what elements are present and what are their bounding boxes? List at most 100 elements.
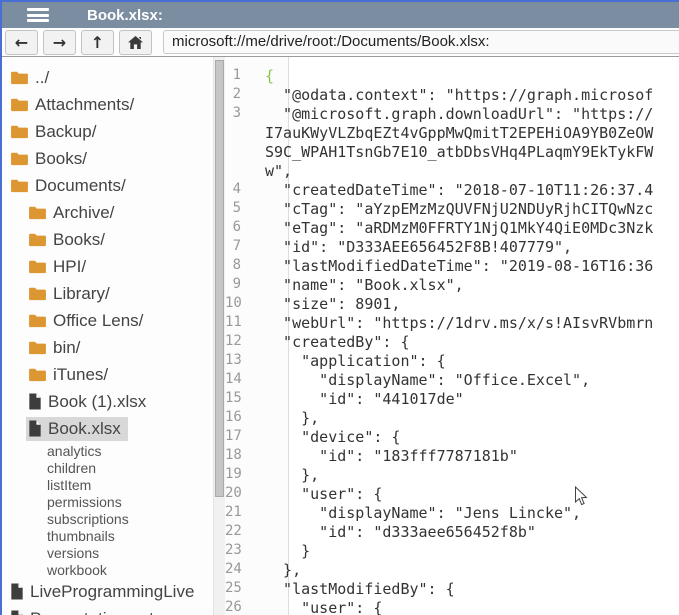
file-icon	[28, 393, 42, 410]
window-title: Book.xlsx:	[87, 7, 163, 24]
tree-subitem[interactable]: listItem	[2, 476, 213, 493]
up-button[interactable]: ↑	[81, 30, 114, 55]
code-text: {	[265, 67, 274, 85]
tree-item[interactable]: Backup/	[2, 118, 213, 145]
code-text: "id": "D333AEE656452F8B!407779",	[265, 238, 572, 256]
line-number: 3	[225, 104, 265, 123]
scrollbar-thumb[interactable]	[215, 60, 224, 497]
code-line: 26 "user": {	[225, 598, 679, 615]
tree-item[interactable]: Books/	[2, 145, 213, 172]
code-line: 1{	[225, 66, 679, 85]
tree-subitem[interactable]: subscriptions	[2, 510, 213, 527]
folder-icon	[28, 259, 47, 274]
code-text: "device": {	[265, 428, 400, 446]
code-line: 4 "createdDateTime": "2018-07-10T11:26:3…	[225, 180, 679, 199]
code-text: "application": {	[265, 352, 446, 370]
folder-icon	[28, 286, 47, 301]
code-text: },	[265, 466, 319, 484]
tree-item[interactable]: Books/	[2, 226, 213, 253]
code-text: "lastModifiedBy": {	[265, 580, 455, 598]
code-line: 15 "id": "441017de"	[225, 389, 679, 408]
tree-subitem[interactable]: children	[2, 459, 213, 476]
folder-icon	[10, 124, 29, 139]
code-line: w",	[225, 161, 679, 180]
sidebar-scrollbar[interactable]	[213, 57, 225, 615]
code-text: "webUrl": "https://1drv.ms/x/s!AIsvRVbmr…	[265, 314, 653, 332]
tree-item-label: workbook	[47, 562, 107, 578]
tree-item[interactable]: Documents/	[2, 172, 213, 199]
tree-item[interactable]: HPI/	[2, 253, 213, 280]
line-number: 24	[225, 560, 265, 579]
tree-item[interactable]: ../	[2, 64, 213, 91]
tree-item-label: Presentation.pptx	[30, 609, 162, 615]
code-text: },	[265, 409, 319, 427]
file-icon	[10, 583, 24, 600]
main-area: ../ Attachments/Backup/Books/Documents/Ar…	[2, 57, 679, 615]
tree-item-label: Book (1).xlsx	[48, 392, 146, 412]
code-text: "@odata.context": "https://graph.microso…	[265, 86, 653, 104]
folder-icon	[10, 97, 29, 112]
folder-icon	[10, 70, 29, 85]
folder-icon	[28, 205, 47, 220]
line-number: 11	[225, 313, 265, 332]
nav-toolbar: ← → ↑ microsoft://me/drive/root:/Documen…	[2, 28, 679, 57]
code-text: "user": {	[265, 485, 382, 503]
code-text: "name": "Book.xlsx",	[265, 276, 464, 294]
line-number: 2	[225, 85, 265, 104]
json-editor[interactable]: 1{2 "@odata.context": "https://graph.mic…	[225, 57, 679, 615]
code-line: 19 },	[225, 465, 679, 484]
line-number: 22	[225, 522, 265, 541]
tree-item[interactable]: bin/	[2, 334, 213, 361]
editor-rows: 1{2 "@odata.context": "https://graph.mic…	[225, 66, 679, 615]
tree-item[interactable]: Library/	[2, 280, 213, 307]
code-text: "createdBy": {	[265, 333, 410, 351]
tree-subitem[interactable]: thumbnails	[2, 527, 213, 544]
tree-item[interactable]: LiveProgrammingLive	[2, 578, 213, 605]
code-text: "user": {	[265, 599, 382, 615]
tree-item-label: thumbnails	[47, 528, 115, 544]
tree-item[interactable]: Presentation.pptx	[2, 605, 213, 615]
code-line: 23 }	[225, 541, 679, 560]
line-number: 9	[225, 275, 265, 294]
code-line: 5 "cTag": "aYzpEMzMzQUVFNjU2NDUyRjhCITQw…	[225, 199, 679, 218]
tree-item-label: subscriptions	[47, 511, 129, 527]
code-line: 21 "displayName": "Jens Lincke",	[225, 503, 679, 522]
tree-item[interactable]: Book (1).xlsx	[2, 388, 213, 415]
code-line: I7auKWyVLZbqEZt4vGppMwQmitT2EPEHiOA9YB0Z…	[225, 123, 679, 142]
tree-item[interactable]: Book.xlsx	[2, 415, 213, 442]
tree-item-label: Backup/	[35, 122, 96, 142]
line-number: 16	[225, 408, 265, 427]
tree-item[interactable]: Archive/	[2, 199, 213, 226]
forward-button[interactable]: →	[43, 30, 76, 55]
tree-subitem[interactable]: workbook	[2, 561, 213, 578]
code-line: 14 "displayName": "Office.Excel",	[225, 370, 679, 389]
code-line: 18 "id": "183fff7787181b"	[225, 446, 679, 465]
tree-subitem[interactable]: permissions	[2, 493, 213, 510]
code-line: 3 "@microsoft.graph.downloadUrl": "https…	[225, 104, 679, 123]
tree-subitem[interactable]: analytics	[2, 442, 213, 459]
code-text: },	[265, 561, 301, 579]
tree-item[interactable]: iTunes/	[2, 361, 213, 388]
tree-item-label: ../	[35, 68, 49, 88]
folder-icon	[28, 313, 47, 328]
url-input[interactable]: microsoft://me/drive/root:/Documents/Boo…	[163, 30, 679, 54]
tree-item[interactable]: Attachments/	[2, 91, 213, 118]
tree-subitem[interactable]: versions	[2, 544, 213, 561]
tree-item-label: Archive/	[53, 203, 114, 223]
line-number: 12	[225, 332, 265, 351]
code-line: 11 "webUrl": "https://1drv.ms/x/s!AIsvRV…	[225, 313, 679, 332]
menu-icon[interactable]	[27, 8, 49, 22]
code-text: "lastModifiedDateTime": "2019-08-16T16:3…	[265, 257, 653, 275]
tree-item-label: permissions	[47, 494, 122, 510]
tree-item[interactable]: Office Lens/	[2, 307, 213, 334]
code-line: 25 "lastModifiedBy": {	[225, 579, 679, 598]
line-number: 25	[225, 579, 265, 598]
code-line: 16 },	[225, 408, 679, 427]
file-tree: ../ Attachments/Backup/Books/Documents/Ar…	[2, 57, 213, 615]
home-button[interactable]	[119, 30, 152, 55]
back-button[interactable]: ←	[5, 30, 38, 55]
line-number: 4	[225, 180, 265, 199]
code-text: I7auKWyVLZbqEZt4vGppMwQmitT2EPEHiOA9YB0Z…	[265, 124, 653, 142]
code-text: }	[265, 542, 310, 560]
code-text: "@microsoft.graph.downloadUrl": "https:/…	[265, 105, 653, 123]
